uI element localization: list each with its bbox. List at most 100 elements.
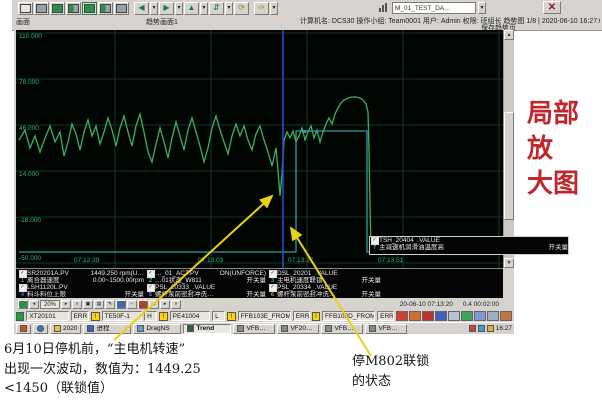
monitor-icon[interactable] (448, 311, 461, 321)
play-icon[interactable] (18, 299, 28, 309)
detail-button[interactable] (98, 1, 113, 15)
home-button[interactable] (18, 1, 33, 15)
cursor-left-icon[interactable]: ◂ (149, 299, 159, 309)
pen-range: 开关量 (124, 291, 145, 298)
start-icon (20, 325, 27, 332)
screen-combo-input[interactable]: M_01_TEST_DA… (392, 1, 476, 14)
task-label: VF20… (290, 325, 313, 332)
pen-tag: DSL_20201_.VALUE (277, 270, 338, 277)
alarm-tag[interactable]: TE50F-1 (101, 311, 143, 321)
alarm-tag[interactable]: FFB103D_FROM… (322, 311, 376, 321)
page-jump-dropdown[interactable]: ▾ (225, 1, 233, 15)
alarm-tag[interactable]: FFB103E_FROM… (237, 311, 291, 321)
vertical-scrollbar[interactable]: ▲ ▼ (503, 30, 514, 268)
settings-icon[interactable] (500, 311, 513, 321)
alarm-tag[interactable]: XT20101 (26, 311, 69, 321)
pan-dropdown[interactable]: ▾ (270, 1, 278, 15)
back-button[interactable]: ◀ (134, 1, 149, 15)
snapshot-icon[interactable]: ▣ (83, 299, 93, 309)
pen-checkbox[interactable]: ✓ (18, 284, 27, 292)
refresh-button[interactable]: ⟳ (234, 1, 249, 15)
page-up-button[interactable]: ▲ (184, 1, 199, 15)
forward-dropdown[interactable]: ▾ (175, 1, 183, 15)
trend-plot[interactable]: 110.000 78.000 46.000 14.000 -18.000 -50… (16, 30, 503, 268)
y-axis-label: -50.000 (19, 255, 42, 262)
forward-button[interactable]: ▶ (159, 1, 174, 15)
legend-entry[interactable]: ✓ 3 DSL_20201_.VALUE 主电机速度联锁 开关量 (268, 270, 381, 284)
mini-chart-icon (379, 3, 387, 12)
page-jump-button[interactable]: ⇵ (209, 1, 224, 15)
pen-checkbox[interactable]: ✓ (18, 270, 27, 278)
pen-range: 开关量 (361, 277, 382, 284)
pen-checkbox[interactable]: ✓ (268, 284, 277, 292)
pen-checkbox[interactable]: ✓ (268, 270, 277, 278)
info-row: 画面 趋势画面1 计算机名: DCS30 操作小组: Team0001 用户: … (12, 15, 602, 32)
tray-network-icon[interactable] (477, 325, 485, 332)
pen-range: 开关量 (246, 291, 267, 298)
export-icon[interactable]: ▤ (94, 299, 104, 309)
task-window-button[interactable]: VFB… (233, 323, 276, 334)
legend-entry[interactable]: ✓ 1 SR20201A.PV 1449.250 rpm(U… 离合器速度 0.00~… (18, 270, 144, 284)
x-axis-time-label: 07:12:39 (74, 257, 100, 264)
pen-checkbox[interactable]: ✓ (370, 237, 379, 245)
alarm-tag[interactable]: PE41004 (169, 311, 211, 321)
page-up-dropdown[interactable]: ▾ (200, 1, 208, 15)
task-window-button[interactable]: 进程 (83, 323, 132, 334)
trend-small-icon[interactable] (461, 311, 474, 321)
alarm-view-icon[interactable] (138, 299, 148, 309)
back-dropdown[interactable]: ▾ (150, 1, 158, 15)
alarm-summary-icon[interactable] (422, 311, 435, 321)
scroll-up-icon[interactable]: ▲ (504, 30, 514, 40)
tray-alarm-icon[interactable] (468, 325, 476, 332)
network-status-icon[interactable] (487, 311, 500, 321)
step-forward-icon[interactable]: ▸ (61, 299, 71, 309)
task-window-button[interactable]: DragNS (133, 323, 182, 334)
overview-button[interactable] (34, 1, 49, 15)
pen-tag: SR20201A.PV (27, 270, 69, 277)
remove-pen-icon[interactable]: − (127, 299, 137, 309)
close-button[interactable]: ✕ (543, 1, 561, 14)
pen-checkbox[interactable]: ✓ (146, 284, 155, 292)
scrollbar-thumb[interactable] (504, 112, 514, 220)
legend-entry[interactable]: ✓ 2 …_01_ACT.PV ON(UNFORCE) …01状态_W811 开关量 (146, 270, 266, 284)
fast-forward-icon[interactable]: » (72, 299, 82, 309)
legend-entry[interactable]: ✓ 6 PSL_20334_.VALUE 螺杆泵前密封冲洗… 开关量 (268, 284, 381, 298)
start-button[interactable] (16, 323, 31, 334)
screen-combo-dropdown[interactable]: ▾ (478, 1, 486, 14)
alarm-icon-tray (396, 311, 513, 321)
task-window-button[interactable]: VFB… (321, 323, 364, 334)
add-pen-icon[interactable] (116, 299, 126, 309)
tray-ime-icon[interactable] (486, 325, 494, 332)
report-icon[interactable] (474, 311, 487, 321)
split-screen-button[interactable] (114, 1, 129, 15)
operator-guide-icon[interactable] (435, 311, 448, 321)
pan-hand-icon: ✑ (258, 3, 265, 12)
legend-entry[interactable]: ✓ 5 PSL_20333_.VALUE 螺杆泵前密封冲洗… 开关量 (146, 284, 266, 298)
alarm-status: ERR (292, 311, 310, 321)
alarm-bell-icon[interactable] (396, 311, 409, 321)
task-window-button-active[interactable]: Trend (183, 323, 232, 334)
trend-button[interactable] (82, 1, 97, 15)
graphic-button[interactable] (50, 1, 65, 15)
task-window-button[interactable]: VFB… (365, 323, 408, 334)
folder-button[interactable]: 2020 (50, 323, 82, 334)
step-back-icon[interactable]: ◂ (29, 299, 39, 309)
legend-entry[interactable]: ✓ 4 LSH1120L.PV 料斗料位上限 开关量 (18, 284, 144, 298)
network-button[interactable] (33, 323, 48, 334)
legend-entry-selected[interactable]: ✓ 7 TSH_20404_.VALUE 主减速机润滑油温度高 开关量 (369, 236, 569, 255)
edit-pen-icon[interactable]: ✎ (105, 299, 115, 309)
group-button[interactable] (66, 1, 81, 15)
task-window-button[interactable]: VF20… (277, 323, 320, 334)
expand-icon[interactable]: » (171, 299, 181, 309)
screen-label: 画面 (16, 19, 30, 26)
trend-mini-toolbar: ◂ 20% ▸ » ▣ ▤ ✎ − ◂ ▸ » 20-06-10 07:13:2… (16, 298, 503, 310)
alarm-ack-all-icon[interactable] (16, 311, 25, 321)
pen-checkbox[interactable]: ✓ (146, 270, 155, 278)
pan-button[interactable]: ✑ (254, 1, 269, 15)
scroll-down-icon[interactable]: ▼ (504, 258, 514, 268)
time-zoom-level[interactable]: 20% (40, 299, 60, 309)
alarm-ack-icon[interactable] (409, 311, 422, 321)
pen-tag: PSL_20334_.VALUE (277, 284, 338, 291)
cursor-right-icon[interactable]: ▸ (160, 299, 170, 309)
pen-range: 0.00~1500.00rpm (92, 277, 144, 284)
